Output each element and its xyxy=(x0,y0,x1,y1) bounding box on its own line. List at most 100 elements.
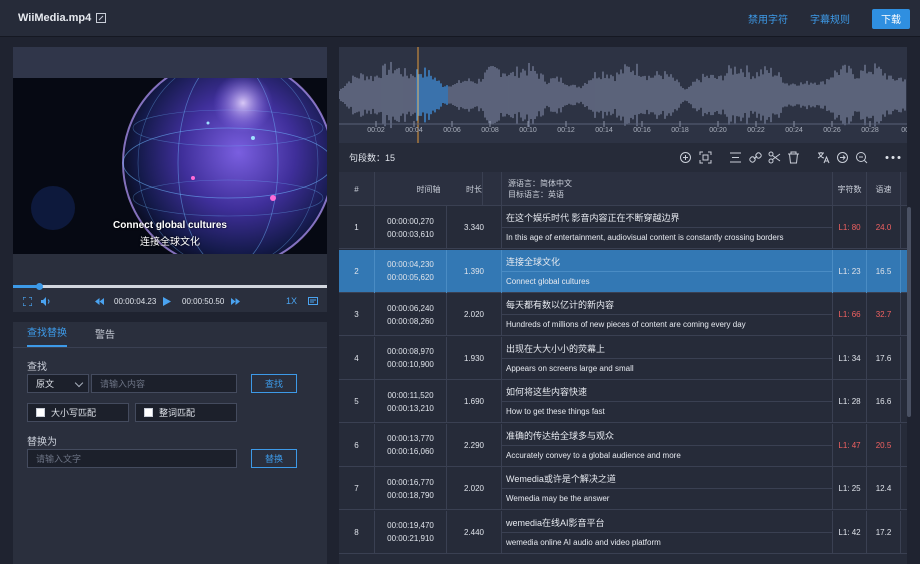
row-target-text[interactable]: In this age of entertainment, audiovisua… xyxy=(506,233,832,242)
chevron-down-icon xyxy=(74,378,84,388)
tab-warning[interactable]: 警告 xyxy=(95,326,115,347)
table-row[interactable]: 8 00:00:19,470 00:00:21,910 2.440 wemedia在线A… xyxy=(339,510,907,554)
row-index: 5 xyxy=(339,380,375,423)
fast-forward-icon[interactable] xyxy=(231,294,240,308)
row-text: 准确的传达给全球多与观众 Accurately convey to a globa… xyxy=(502,423,833,467)
find-input[interactable]: 请输入内容 xyxy=(91,374,237,393)
row-target-text[interactable]: Wemedia may be the answer xyxy=(506,494,832,503)
row-speed: 32.7 xyxy=(867,293,901,336)
match-case-checkbox[interactable]: 大小写匹配 xyxy=(27,403,129,422)
row-duration: 2.440 xyxy=(447,510,502,554)
source-language: 源语言：简体中文 xyxy=(508,179,572,188)
scope-select-value: 原文 xyxy=(36,379,55,389)
find-button[interactable]: 查找 xyxy=(251,374,297,393)
find-label: 查找 xyxy=(27,362,47,373)
row-divider xyxy=(502,314,833,315)
playback-progress-bar[interactable] xyxy=(13,283,327,290)
match-case-label: 大小写匹配 xyxy=(51,408,97,418)
row-timeline[interactable]: 00:00:19,470 00:00:21,910 xyxy=(375,510,447,554)
audio-waveform[interactable]: 00:02 00:04 00:06 00:08 00:10 00:12 00:14 00:16… xyxy=(339,47,907,143)
row-timeline[interactable]: 00:00:00,270 00:00:03,610 xyxy=(375,206,447,249)
waveform-graphic xyxy=(339,47,907,143)
link-icon[interactable] xyxy=(749,151,762,164)
table-row[interactable]: 6 00:00:13,770 00:00:16,060 2.290 准确的传达给全球多与… xyxy=(339,423,907,467)
volume-icon[interactable] xyxy=(41,294,52,308)
scope-select[interactable]: 原文 xyxy=(27,374,89,393)
align-icon[interactable] xyxy=(729,151,742,164)
row-divider xyxy=(502,488,833,489)
replace-input[interactable]: 请输入文字 xyxy=(27,449,237,468)
row-target-text[interactable]: Accurately convey to a global audience a… xyxy=(506,451,832,460)
row-end-time: 00:00:21,910 xyxy=(387,534,434,543)
row-text: 出现在大大小小的荧幕上 Appears on screens large and … xyxy=(502,336,833,380)
trash-icon[interactable] xyxy=(787,151,800,164)
row-timeline[interactable]: 00:00:16,770 00:00:18,790 xyxy=(375,467,447,510)
rewind-icon[interactable] xyxy=(95,294,104,308)
row-timeline[interactable]: 00:00:06,240 00:00:08,260 xyxy=(375,293,447,336)
disable-chars-link[interactable]: 禁用字符 xyxy=(748,11,788,26)
scissors-icon[interactable] xyxy=(768,151,781,164)
ruler-tick-label: 00:12 xyxy=(557,127,575,134)
checkbox-icon xyxy=(36,408,45,417)
row-timeline[interactable]: 00:00:13,770 00:00:16,060 xyxy=(375,423,447,467)
fullscreen-icon[interactable] xyxy=(23,294,32,308)
row-char-count: L1: 23 xyxy=(833,249,867,293)
row-speed: 17.6 xyxy=(867,336,901,380)
video-panel: Connect global cultures 连接全球文化 00:00:04.… xyxy=(13,47,327,312)
table-row[interactable]: 4 00:00:08,970 00:00:10,900 1.930 出现在大大小小的荧幕… xyxy=(339,336,907,380)
row-duration: 3.340 xyxy=(447,206,502,249)
row-source-text[interactable]: 在这个娱乐时代 影音内容正在不断穿越边界 xyxy=(506,211,832,225)
row-duration: 2.020 xyxy=(447,467,502,510)
table-row[interactable]: 5 00:00:11,520 00:00:13,210 1.690 如何将这些内容快速 H… xyxy=(339,380,907,423)
row-timeline[interactable]: 00:00:08,970 00:00:10,900 xyxy=(375,336,447,380)
video-preview[interactable]: Connect global cultures 连接全球文化 xyxy=(13,78,327,254)
row-target-text[interactable]: How to get these things fast xyxy=(506,407,832,416)
video-panel-header xyxy=(13,47,327,78)
row-end-time: 00:00:13,210 xyxy=(387,403,434,413)
search-zoom-icon[interactable] xyxy=(855,151,868,164)
translate-icon[interactable] xyxy=(817,151,830,164)
row-target-text[interactable]: wemedia online AI audio and video platfo… xyxy=(506,538,832,547)
download-button[interactable]: 下载 xyxy=(872,8,910,29)
row-target-text[interactable]: Appears on screens large and small xyxy=(506,364,832,373)
speed-button[interactable]: 1X xyxy=(286,294,297,308)
row-source-text[interactable]: 准确的传达给全球多与观众 xyxy=(506,429,832,443)
table-row[interactable]: 7 00:00:16,770 00:00:18,790 2.020 Wemedia或许是… xyxy=(339,467,907,510)
playback-scrubber[interactable] xyxy=(36,283,44,290)
ruler-tick-label: 00:02 xyxy=(367,127,385,134)
row-source-text[interactable]: 如何将这些内容快速 xyxy=(506,385,832,399)
row-timeline[interactable]: 00:00:04,230 00:00:05,620 xyxy=(375,249,447,293)
table-row[interactable]: 2 00:00:04,230 00:00:05,620 1.390 连接全球文化 Conn… xyxy=(339,249,907,293)
more-icon[interactable] xyxy=(885,151,901,164)
row-speed: 17.2 xyxy=(867,510,901,554)
row-char-count: L1: 47 xyxy=(833,423,867,467)
row-source-text[interactable]: 每天都有数以亿计的新内容 xyxy=(506,298,832,312)
add-segment-icon[interactable] xyxy=(679,151,692,164)
row-timeline[interactable]: 00:00:11,520 00:00:13,210 xyxy=(375,380,447,423)
tab-search-replace[interactable]: 查找替换 xyxy=(27,324,67,347)
table-row[interactable]: 3 00:00:06,240 00:00:08,260 2.020 每天都有数以亿计的新… xyxy=(339,293,907,336)
row-end-time: 00:00:03,610 xyxy=(387,229,434,239)
subtitle-rules-link[interactable]: 字幕规则 xyxy=(810,11,850,26)
row-source-text[interactable]: Wemedia或许是个解决之道 xyxy=(506,472,832,486)
row-end-time: 00:00:05,620 xyxy=(387,273,434,282)
play-icon[interactable] xyxy=(163,294,171,308)
arrow-right-icon[interactable] xyxy=(836,151,849,164)
ruler-tick-label: 00:26 xyxy=(823,127,841,134)
player-controls: 00:00:04.23 00:00:50.50 1X xyxy=(13,294,327,308)
table-scrollbar[interactable] xyxy=(907,207,911,417)
whole-word-checkbox[interactable]: 整词匹配 xyxy=(135,403,237,422)
row-target-text[interactable]: Hundreds of millions of new pieces of co… xyxy=(506,320,832,329)
edit-icon[interactable] xyxy=(96,13,107,23)
replace-button[interactable]: 替换 xyxy=(251,449,297,468)
subtitle-toggle-icon[interactable] xyxy=(308,294,318,308)
table-row[interactable]: 1 00:00:00,270 00:00:03,610 3.340 在这个娱乐时代 影音… xyxy=(339,206,907,249)
subtitle-table: # 时间轴 时长 源语言：简体中文 目标语言：英语 字符数 语速 1 00:00:… xyxy=(339,172,907,564)
row-target-text[interactable]: Connect global cultures xyxy=(506,277,832,286)
row-index: 7 xyxy=(339,467,375,510)
row-source-text[interactable]: wemedia在线AI影音平台 xyxy=(506,516,832,530)
row-end-time: 00:00:16,060 xyxy=(387,447,434,456)
scan-icon[interactable] xyxy=(699,151,712,164)
row-source-text[interactable]: 出现在大大小小的荧幕上 xyxy=(506,342,832,356)
row-source-text[interactable]: 连接全球文化 xyxy=(506,255,832,269)
